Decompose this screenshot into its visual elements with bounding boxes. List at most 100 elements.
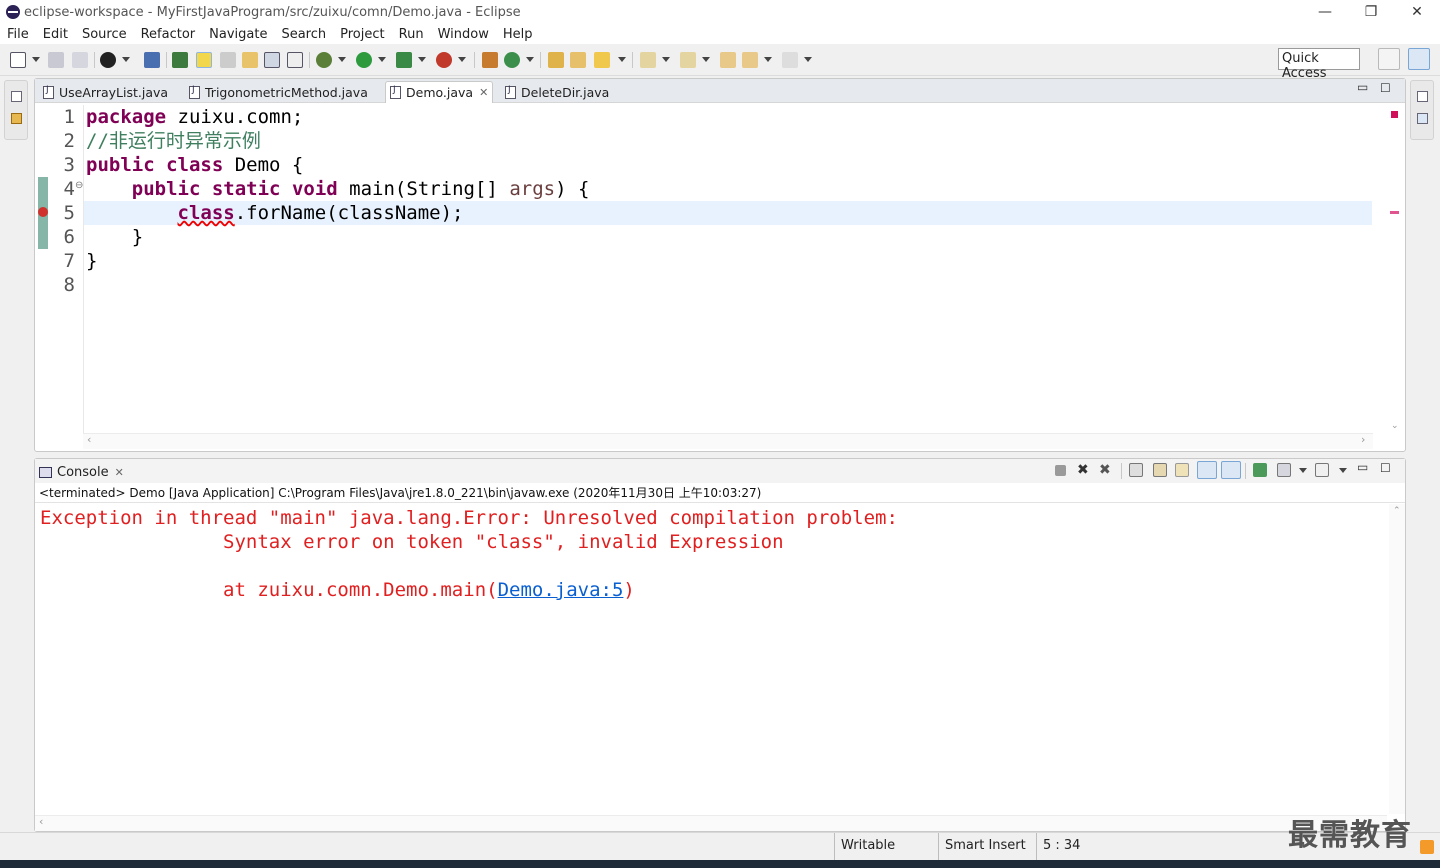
- open-console-icon[interactable]: [1315, 463, 1329, 477]
- close-tab-icon[interactable]: ✕: [479, 86, 488, 99]
- minimize-editor-icon[interactable]: ▭: [1357, 80, 1368, 94]
- last-edit-location-icon[interactable]: [720, 52, 736, 68]
- terminate-icon[interactable]: [1055, 465, 1066, 476]
- maximize-console-icon[interactable]: ☐: [1380, 461, 1391, 475]
- tab-demo[interactable]: Demo.java ✕: [385, 81, 493, 103]
- console-horizontal-scrollbar[interactable]: ‹: [35, 815, 1387, 831]
- syntax-error-token[interactable]: class: [178, 202, 235, 224]
- remove-launch-icon[interactable]: ✖: [1077, 463, 1091, 477]
- menu-navigate[interactable]: Navigate: [202, 27, 274, 42]
- pin-console-icon[interactable]: [1253, 463, 1267, 477]
- back-icon[interactable]: [742, 52, 758, 68]
- clear-console-icon[interactable]: [1129, 463, 1143, 477]
- outline-icon[interactable]: [1417, 113, 1428, 124]
- open-console-dropdown-icon[interactable]: [1339, 468, 1347, 473]
- editor-horizontal-scrollbar[interactable]: ‹ ›: [83, 433, 1373, 449]
- display-console-dropdown-icon[interactable]: [1299, 468, 1307, 473]
- menu-search[interactable]: Search: [274, 27, 333, 42]
- new-file-icon[interactable]: [10, 52, 26, 68]
- console-vertical-scrollbar[interactable]: ⌃: [1389, 504, 1405, 814]
- tab-trigonometricmethod[interactable]: TrigonometricMethod.java: [185, 81, 368, 103]
- minimize-button[interactable]: —: [1302, 0, 1348, 24]
- word-wrap-icon[interactable]: [1175, 463, 1189, 477]
- menu-edit[interactable]: Edit: [36, 27, 75, 42]
- back-dropdown-icon[interactable]: [764, 57, 772, 62]
- display-console-icon[interactable]: [1277, 463, 1291, 477]
- insert-mode-status[interactable]: Smart Insert: [938, 833, 1036, 860]
- remove-all-terminated-icon[interactable]: ✖: [1099, 463, 1113, 477]
- open-task-icon[interactable]: [570, 52, 586, 68]
- coverage-icon[interactable]: [396, 52, 412, 68]
- run-icon[interactable]: [356, 52, 372, 68]
- menu-run[interactable]: Run: [392, 27, 431, 42]
- save-icon[interactable]: [48, 52, 64, 68]
- restore-view-icon[interactable]: [11, 91, 22, 102]
- previous-annotation-dropdown-icon[interactable]: [702, 57, 710, 62]
- tab-label: UseArrayList.java: [59, 84, 169, 100]
- overview-ruler[interactable]: ⌄: [1387, 105, 1403, 433]
- show-on-stderr-icon[interactable]: [1221, 461, 1241, 479]
- quick-access-field[interactable]: Quick Access: [1278, 48, 1360, 81]
- paragraph-icon[interactable]: [287, 52, 303, 68]
- debug-icon[interactable]: [316, 52, 332, 68]
- menu-window[interactable]: Window: [431, 27, 496, 42]
- maximize-editor-icon[interactable]: ☐: [1380, 81, 1391, 95]
- run-config-dropdown-icon[interactable]: [122, 57, 130, 62]
- scroll-lock-icon[interactable]: [1153, 463, 1167, 477]
- external-tools-dropdown-icon[interactable]: [458, 57, 466, 62]
- toggle-mark-occurrences-icon[interactable]: [196, 52, 212, 68]
- menu-refactor[interactable]: Refactor: [134, 27, 203, 42]
- menu-help[interactable]: Help: [496, 27, 540, 42]
- close-window-button[interactable]: ✕: [1394, 0, 1440, 24]
- restore-view-icon[interactable]: [1417, 91, 1428, 102]
- console-output[interactable]: Exception in thread "main" java.lang.Err…: [35, 504, 1387, 814]
- tab-usearraylist[interactable]: UseArrayList.java: [39, 81, 168, 103]
- close-console-icon[interactable]: ✕: [115, 466, 124, 479]
- run-dropdown-icon[interactable]: [378, 57, 386, 62]
- show-whitespace-icon[interactable]: [264, 52, 280, 68]
- scroll-up-icon[interactable]: ⌃: [1393, 506, 1401, 516]
- previous-annotation-icon[interactable]: [680, 52, 696, 68]
- word-wrap-icon[interactable]: [220, 52, 236, 68]
- search-dropdown-icon[interactable]: [618, 57, 626, 62]
- tab-deletedir[interactable]: DeleteDir.java: [501, 81, 609, 103]
- menu-source[interactable]: Source: [75, 27, 134, 42]
- save-all-icon[interactable]: [72, 52, 88, 68]
- restore-button[interactable]: ❐: [1348, 0, 1394, 24]
- scroll-right-icon[interactable]: ›: [1361, 433, 1365, 446]
- next-annotation-icon[interactable]: [640, 52, 656, 68]
- menu-project[interactable]: Project: [333, 27, 391, 42]
- open-perspective-button[interactable]: [1378, 48, 1400, 70]
- scroll-left-icon[interactable]: ‹: [87, 433, 91, 446]
- open-type-icon[interactable]: [172, 52, 188, 68]
- show-on-stdout-icon[interactable]: [1197, 461, 1217, 479]
- tab-console[interactable]: Console ✕: [39, 462, 124, 482]
- error-overview-marker[interactable]: [1390, 211, 1399, 214]
- stacktrace-link[interactable]: Demo.java:5: [498, 579, 624, 601]
- console-run-icon[interactable]: [100, 52, 116, 68]
- forward-icon[interactable]: [782, 52, 798, 68]
- tab-label: TrigonometricMethod.java: [205, 84, 368, 100]
- code-editor[interactable]: package zuixu.comn; //非运行时异常示例 public cl…: [83, 105, 1373, 433]
- minimize-console-icon[interactable]: ▭: [1357, 460, 1368, 474]
- menu-file[interactable]: File: [0, 27, 36, 42]
- scroll-down-icon[interactable]: ⌄: [1391, 421, 1399, 431]
- error-summary-icon[interactable]: [1391, 111, 1398, 118]
- package-explorer-icon[interactable]: [11, 113, 22, 124]
- new-java-project-icon[interactable]: [482, 52, 498, 68]
- debug-dropdown-icon[interactable]: [338, 57, 346, 62]
- block-selection-icon[interactable]: [242, 52, 258, 68]
- error-marker-icon[interactable]: [38, 207, 48, 217]
- new-dropdown-icon[interactable]: [32, 57, 40, 62]
- skip-breakpoints-icon[interactable]: [144, 52, 160, 68]
- scroll-left-icon[interactable]: ‹: [39, 815, 43, 828]
- new-java-class-dropdown-icon[interactable]: [526, 57, 534, 62]
- forward-dropdown-icon[interactable]: [804, 57, 812, 62]
- open-type-hierarchy-icon[interactable]: [548, 52, 564, 68]
- search-icon[interactable]: [594, 52, 610, 68]
- coverage-dropdown-icon[interactable]: [418, 57, 426, 62]
- next-annotation-dropdown-icon[interactable]: [662, 57, 670, 62]
- external-tools-icon[interactable]: [436, 52, 452, 68]
- java-perspective-button[interactable]: [1408, 48, 1430, 70]
- new-java-class-icon[interactable]: [504, 52, 520, 68]
